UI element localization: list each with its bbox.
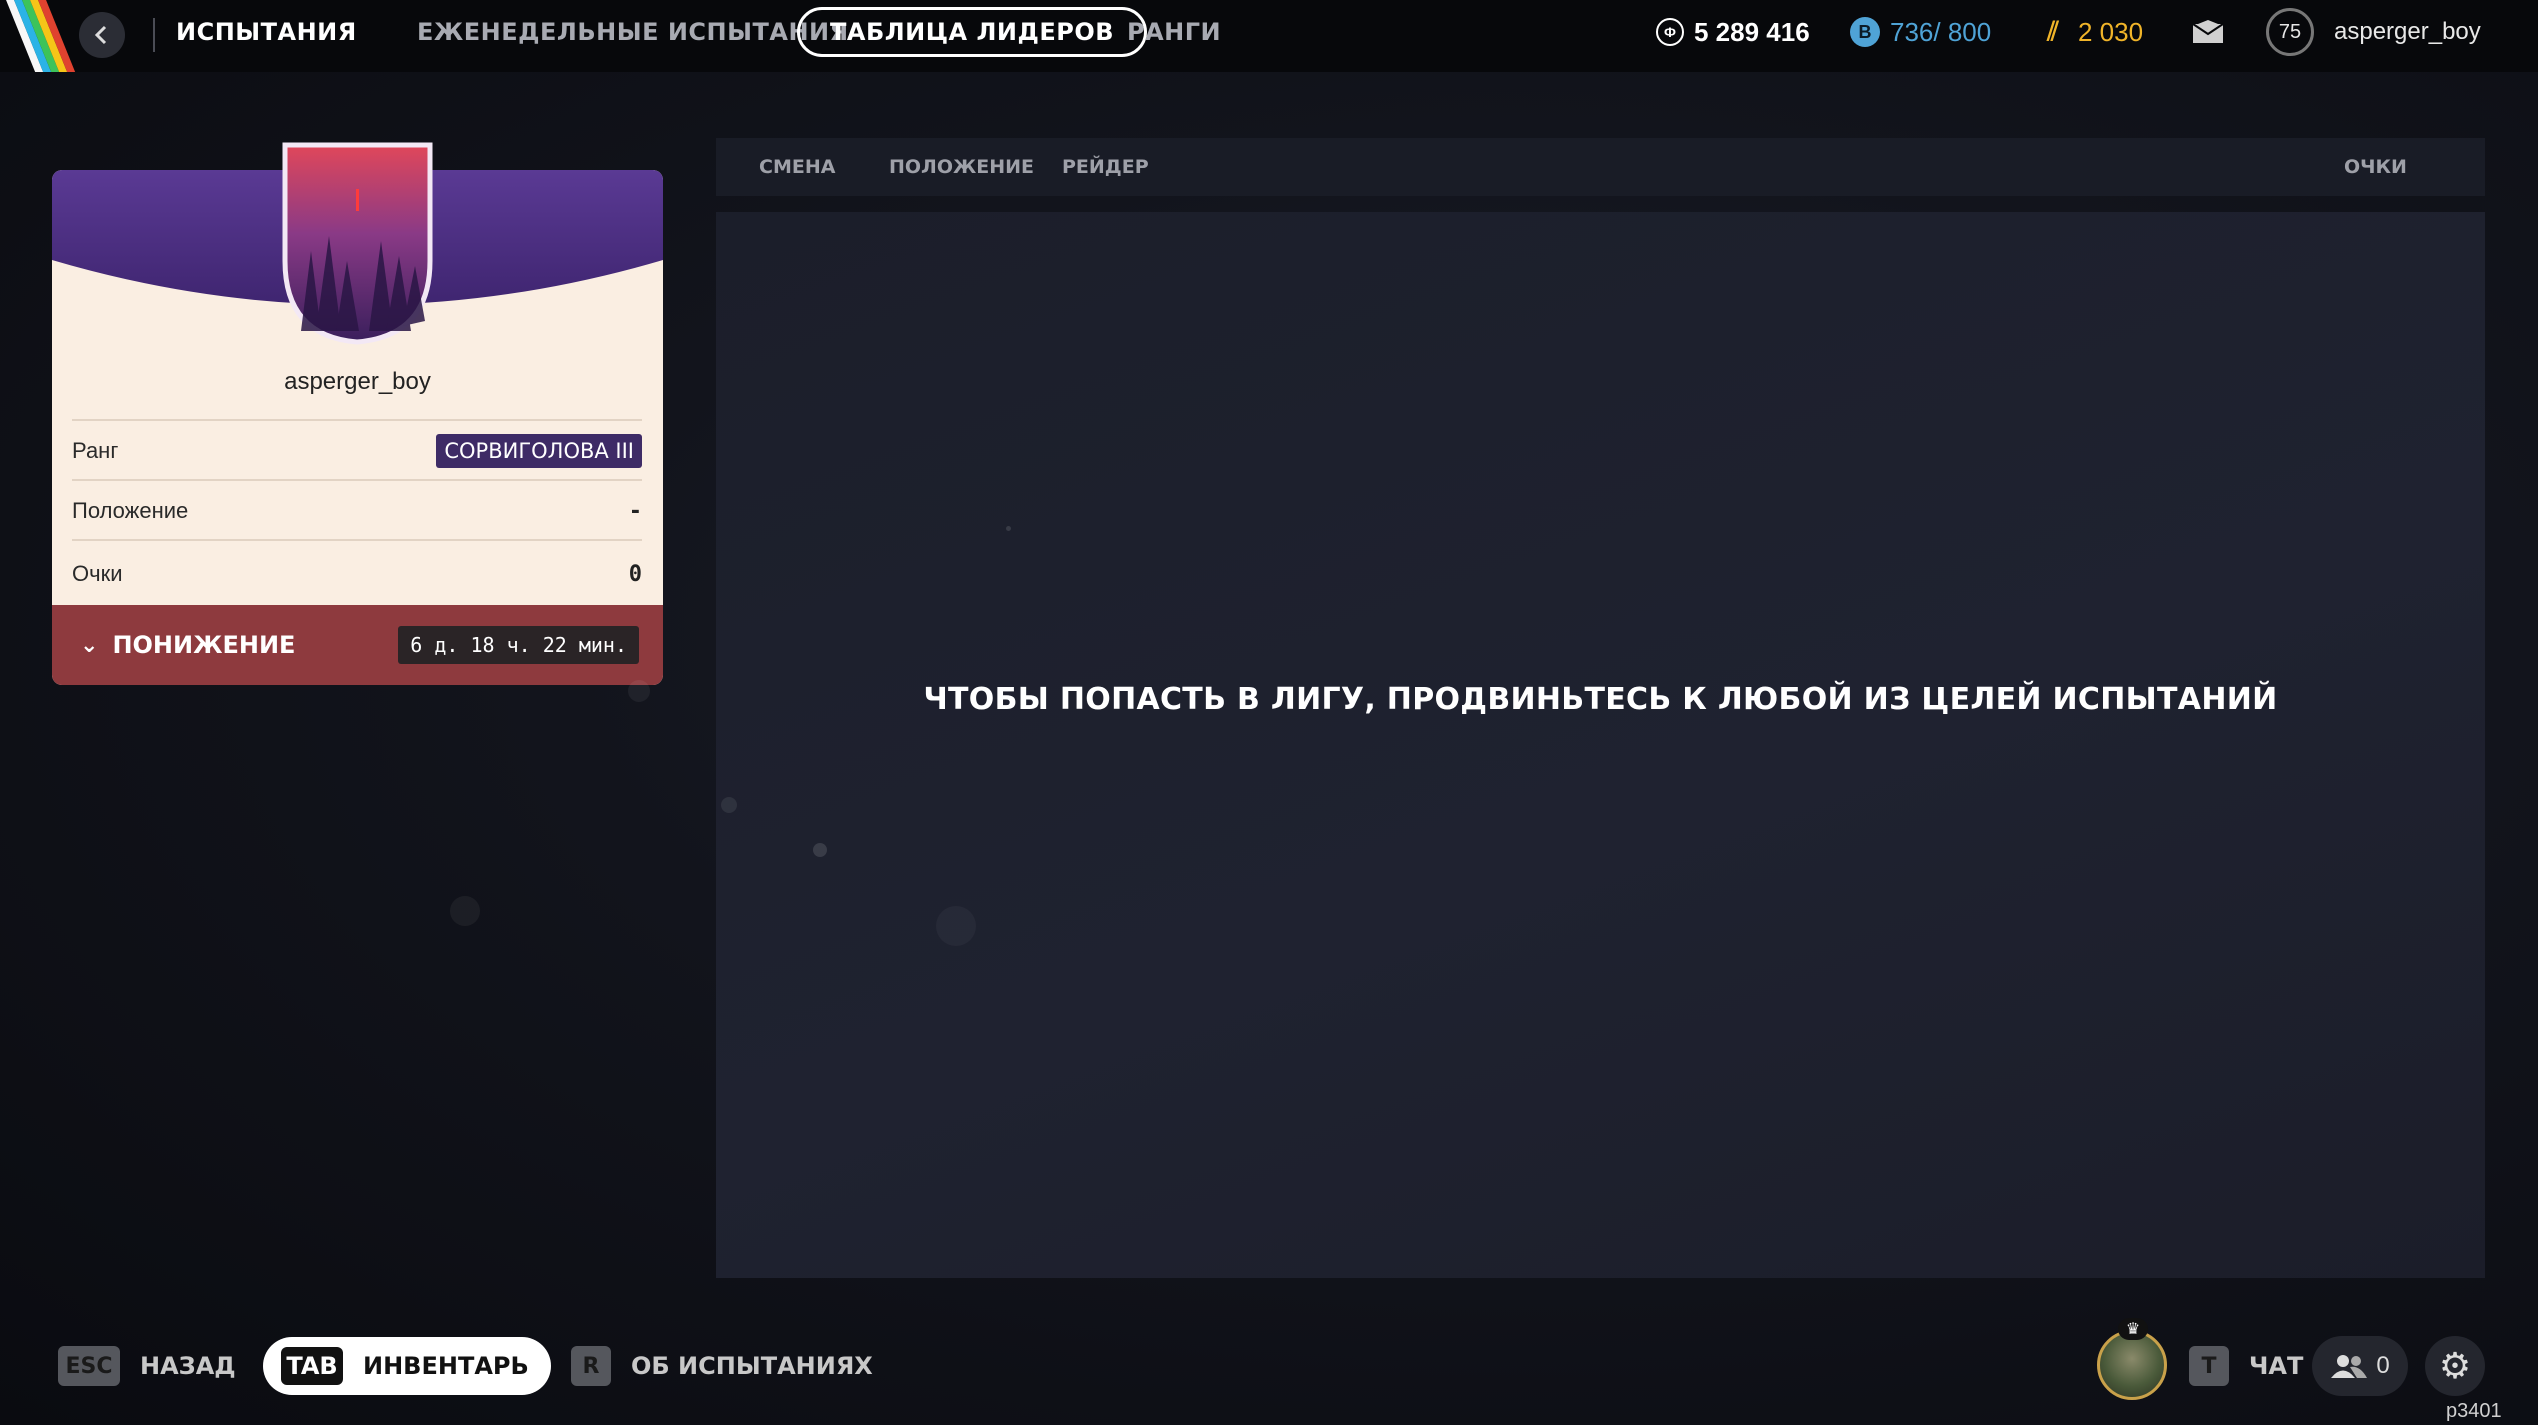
- avatar[interactable]: [2097, 1330, 2167, 1400]
- chat-label: ЧАТ: [2249, 1352, 2304, 1380]
- leaderboard-body: [716, 212, 2485, 1278]
- leaderboard-empty-message: ЧТОБЫ ПОПАСТЬ В ЛИГУ, ПРОДВИНЬТЕСЬ К ЛЮБ…: [923, 682, 2278, 717]
- rank-crest-emblem: [282, 142, 433, 345]
- divider: [153, 18, 155, 52]
- tab-ranks[interactable]: РАНГИ: [1127, 0, 1221, 64]
- back-arrow-button[interactable]: [79, 12, 125, 58]
- particle: [936, 906, 976, 946]
- username-top[interactable]: asperger_boy: [2334, 0, 2481, 64]
- credits-icon: Ф: [1656, 18, 1684, 46]
- chat-action[interactable]: T ЧАТ: [2189, 1336, 2303, 1396]
- aurum-icon: ⫽: [2047, 16, 2059, 46]
- particle: [1006, 526, 1011, 531]
- points-value: 0: [628, 561, 642, 587]
- position-label: Положение: [72, 498, 189, 523]
- inventory-button[interactable]: TAB ИНВЕНТАРЬ: [263, 1337, 551, 1395]
- leaderboard-header: СМЕНА ПОЛОЖЕНИЕ РЕЙДЕР ОЧКИ: [716, 138, 2485, 196]
- points-row: Очки 0: [72, 539, 642, 607]
- bonds-value: 736/ 800: [1890, 16, 1992, 47]
- party-button[interactable]: 0: [2312, 1336, 2408, 1396]
- particle: [450, 896, 480, 926]
- rank-row: Ранг СОРВИГОЛОВА III: [72, 419, 642, 481]
- credits-value: 5 289 416: [1694, 16, 1810, 47]
- profile-username: asperger_boy: [284, 368, 431, 395]
- rank-badge: СОРВИГОЛОВА III: [436, 434, 642, 468]
- section-title: ИСПЫТАНИЯ: [176, 18, 357, 46]
- version-label: p3401: [2446, 1400, 2502, 1422]
- about-label: ОБ ИСПЫТАНИЯХ: [631, 1352, 873, 1380]
- esc-key: ESC: [58, 1346, 120, 1386]
- party-count: 0: [2376, 1352, 2390, 1379]
- chevron-left-icon: [94, 25, 107, 45]
- demotion-label-wrap: ⌄ ПОНИЖЕНИЕ: [80, 605, 295, 685]
- inventory-label: ИНВЕНТАРЬ: [363, 1352, 529, 1380]
- points-label: Очки: [72, 561, 123, 586]
- aurum-value: 2 030: [2078, 16, 2144, 47]
- position-row: Положение -: [72, 479, 642, 541]
- particle: [628, 680, 650, 702]
- mail-icon[interactable]: [2192, 20, 2224, 44]
- r-key: R: [571, 1346, 611, 1386]
- tab-key: TAB: [281, 1347, 343, 1385]
- currency-credits: Ф 5 289 416: [1656, 0, 1810, 64]
- settings-gear-icon[interactable]: ⚙: [2425, 1336, 2485, 1396]
- back-label: НАЗАД: [140, 1352, 236, 1380]
- column-shift: СМЕНА: [759, 156, 836, 178]
- rank-label: Ранг: [72, 438, 119, 463]
- party-icon: [2331, 1355, 2368, 1378]
- about-challenges-action[interactable]: R ОБ ИСПЫТАНИЯХ: [571, 1336, 873, 1396]
- column-points: ОЧКИ: [2344, 156, 2407, 178]
- demotion-label: ПОНИЖЕНИЕ: [112, 631, 296, 659]
- position-value: -: [628, 498, 642, 524]
- column-raider: РЕЙДЕР: [1062, 156, 1149, 178]
- crown-icon: ♛: [2118, 1318, 2148, 1340]
- back-action[interactable]: ESC НАЗАД: [58, 1336, 236, 1396]
- chevron-down-icon: ⌄: [80, 632, 99, 658]
- currency-bonds: B 736/ 800: [1850, 0, 1991, 64]
- player-level-badge[interactable]: 75: [2266, 8, 2314, 56]
- particle: [813, 843, 827, 857]
- column-position: ПОЛОЖЕНИЕ: [889, 156, 1035, 178]
- demotion-bar[interactable]: ⌄ ПОНИЖЕНИЕ 6 д. 18 ч. 22 мин.: [52, 605, 663, 685]
- bonds-icon: B: [1850, 17, 1880, 47]
- top-bar: ИСПЫТАНИЯ ЕЖЕНЕДЕЛЬНЫЕ ИСПЫТАНИЯ ТАБЛИЦА…: [0, 0, 2538, 72]
- tab-leaderboard[interactable]: ТАБЛИЦА ЛИДЕРОВ: [797, 7, 1148, 57]
- demotion-timer: 6 д. 18 ч. 22 мин.: [398, 626, 639, 664]
- logo-stripes: [0, 0, 90, 72]
- currency-aurum: ⫽ 2 030: [2038, 0, 2143, 64]
- t-key: T: [2189, 1346, 2229, 1386]
- tab-weekly-challenges[interactable]: ЕЖЕНЕДЕЛЬНЫЕ ИСПЫТАНИЯ: [417, 0, 849, 64]
- particle: [721, 797, 737, 813]
